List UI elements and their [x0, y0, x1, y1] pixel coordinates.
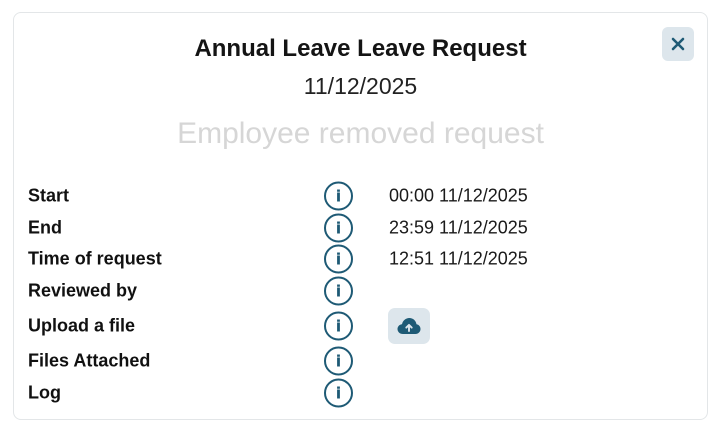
request-status: Employee removed request — [177, 117, 544, 150]
info-icon[interactable]: i — [324, 276, 353, 306]
detail-value: 00:00 11/12/2025 — [389, 185, 528, 206]
detail-label: Time of request — [28, 248, 162, 269]
detail-label: Log — [28, 382, 61, 403]
detail-label: Start — [28, 185, 70, 206]
leave-request-dialog: Annual Leave Leave Request 11/12/2025 Em… — [13, 12, 708, 420]
detail-row-files-attached: Files Attached i — [14, 345, 707, 377]
info-icon[interactable]: i — [324, 244, 353, 274]
detail-row-log: Log i — [14, 377, 707, 409]
info-icon[interactable]: i — [324, 346, 353, 376]
detail-value: 23:59 11/12/2025 — [389, 217, 528, 238]
detail-row-reviewed-by: Reviewed by i — [14, 275, 707, 307]
upload-file-button[interactable] — [388, 308, 430, 344]
request-date: 11/12/2025 — [303, 73, 418, 99]
detail-value: 12:51 11/12/2025 — [389, 248, 528, 269]
info-icon[interactable]: i — [324, 311, 353, 341]
detail-label: Reviewed by — [28, 280, 138, 301]
dialog-title: Annual Leave Leave Request — [194, 35, 527, 62]
detail-label: Upload a file — [28, 315, 136, 336]
detail-row-start: Start i 00:00 11/12/2025 — [14, 180, 707, 212]
info-icon[interactable]: i — [324, 378, 353, 408]
detail-label: End — [28, 217, 62, 238]
detail-label: Files Attached — [28, 350, 151, 371]
detail-row-time-of-request: Time of request i 12:51 11/12/2025 — [14, 243, 707, 275]
info-icon[interactable]: i — [324, 181, 353, 211]
info-icon[interactable]: i — [324, 213, 353, 243]
detail-row-end: End i 23:59 11/12/2025 — [14, 212, 707, 244]
detail-row-upload-a-file: Upload a file i — [14, 308, 707, 344]
cloud-upload-icon — [397, 318, 421, 334]
